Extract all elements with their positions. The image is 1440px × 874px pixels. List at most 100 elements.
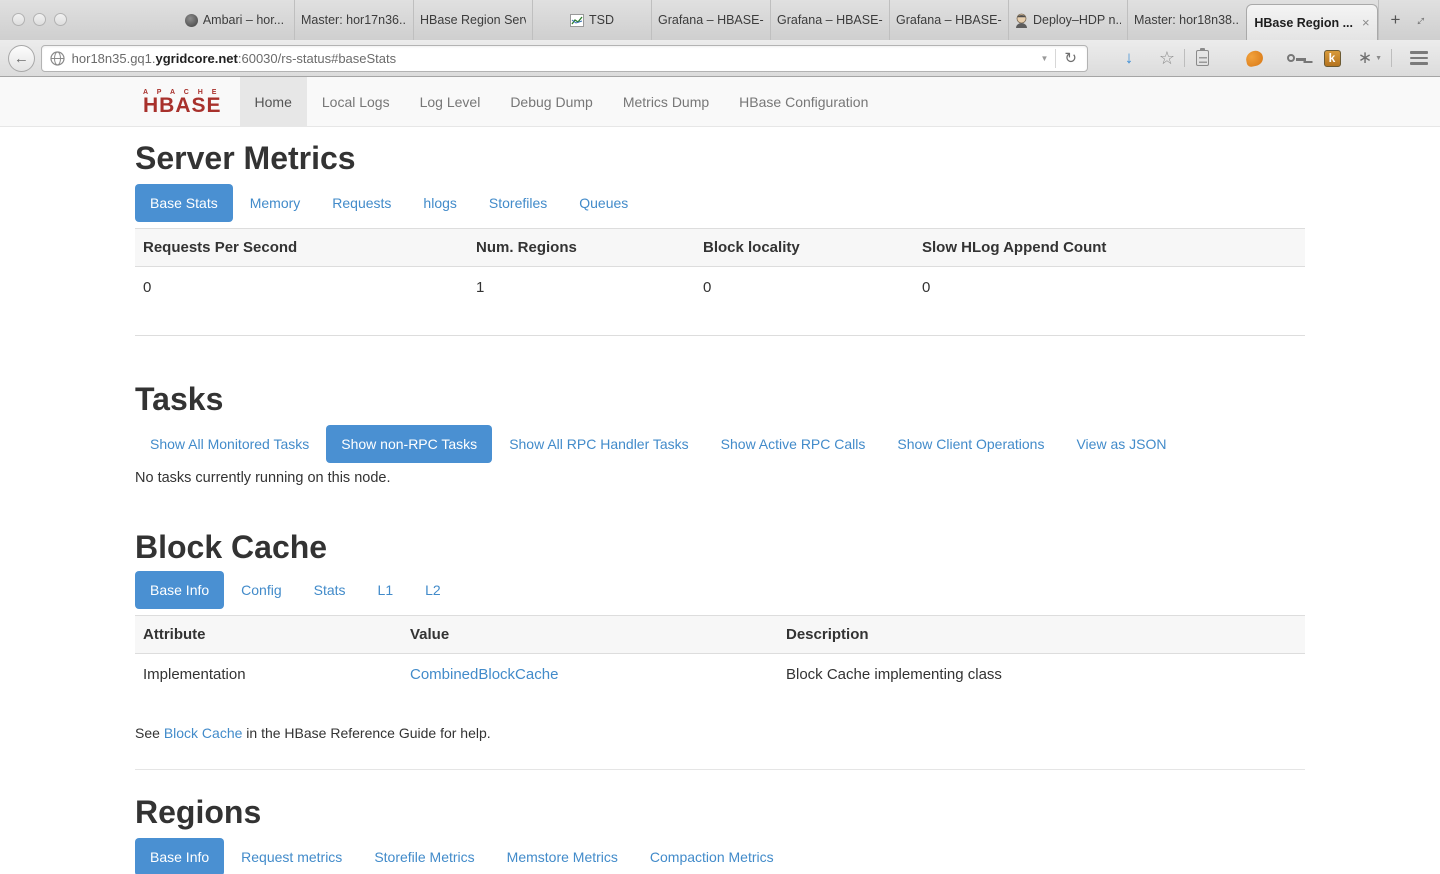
addon-buttons: k ∗▼ bbox=[1241, 46, 1432, 70]
hbase-navbar: A P A C H E HBASE Home Local Logs Log Le… bbox=[0, 77, 1440, 127]
tab-label: TSD bbox=[589, 13, 614, 27]
tab-storefiles[interactable]: Storefiles bbox=[474, 184, 562, 222]
tab-hlogs[interactable]: hlogs bbox=[408, 184, 471, 222]
tab-label: Master: hor18n38... bbox=[1134, 13, 1240, 27]
tab-show-client-operations[interactable]: Show Client Operations bbox=[882, 425, 1059, 463]
tasks-empty-message: No tasks currently running on this node. bbox=[135, 470, 1305, 486]
hbase-logo: A P A C H E HBASE bbox=[143, 77, 222, 126]
addon-fox-button[interactable] bbox=[1241, 46, 1267, 70]
table-row: Implementation CombinedBlockCache Block … bbox=[135, 654, 1305, 710]
nav-item-hbase-configuration[interactable]: HBase Configuration bbox=[724, 77, 883, 126]
ambari-logo-icon bbox=[185, 14, 198, 27]
addon-k-button[interactable]: k bbox=[1319, 46, 1345, 70]
reload-icon: ↻ bbox=[1064, 49, 1077, 67]
combined-block-cache-link[interactable]: CombinedBlockCache bbox=[410, 666, 558, 683]
tab-label: Deploy–HDP n... bbox=[1033, 13, 1121, 27]
zoom-window-button[interactable] bbox=[54, 13, 67, 26]
tab-ambari[interactable]: Ambari – hor... bbox=[175, 0, 294, 40]
column-header: Num. Regions bbox=[468, 229, 695, 267]
table-header-row: Requests Per Second Num. Regions Block l… bbox=[135, 229, 1305, 267]
section-divider bbox=[135, 769, 1305, 770]
addon-dropdown-caret-icon[interactable]: ▼ bbox=[1375, 55, 1382, 62]
fullscreen-button[interactable]: ↔ bbox=[1408, 8, 1430, 30]
tab-memory[interactable]: Memory bbox=[235, 184, 316, 222]
description-cell: Block Cache implementing class bbox=[778, 654, 1305, 710]
tab-bc-l1[interactable]: L1 bbox=[363, 571, 409, 609]
tab-rg-base-info[interactable]: Base Info bbox=[135, 838, 224, 874]
download-arrow-icon: ↓ bbox=[1125, 48, 1134, 68]
fox-icon bbox=[1244, 49, 1264, 67]
fullscreen-icon: ↔ bbox=[1408, 8, 1431, 31]
k-badge-icon: k bbox=[1324, 50, 1341, 67]
tasks-title: Tasks bbox=[135, 381, 1305, 417]
nav-item-log-level[interactable]: Log Level bbox=[405, 77, 496, 126]
spider-icon: ∗ bbox=[1358, 48, 1372, 68]
server-metrics-tabs: Base Stats Memory Requests hlogs Storefi… bbox=[135, 184, 1305, 222]
toolbar-divider bbox=[1391, 49, 1392, 67]
num-regions-value: 1 bbox=[468, 267, 695, 336]
tab-base-stats[interactable]: Base Stats bbox=[135, 184, 233, 222]
tab-bc-base-info[interactable]: Base Info bbox=[135, 571, 224, 609]
tab-queues[interactable]: Queues bbox=[564, 184, 643, 222]
addon-spider-button[interactable]: ∗▼ bbox=[1357, 46, 1383, 70]
reload-button[interactable]: ↻ bbox=[1055, 49, 1085, 68]
nav-item-home[interactable]: Home bbox=[240, 77, 307, 126]
tab-hbase-regionserver[interactable]: HBase Region Serv... bbox=[413, 0, 532, 40]
reading-list-button[interactable] bbox=[1189, 46, 1215, 70]
tab-show-non-rpc-tasks[interactable]: Show non-RPC Tasks bbox=[326, 425, 492, 463]
back-button[interactable]: ← bbox=[8, 45, 35, 72]
bookmark-star-button[interactable]: ☆ bbox=[1154, 46, 1180, 70]
tab-bc-config[interactable]: Config bbox=[226, 571, 296, 609]
tab-rg-request-metrics[interactable]: Request metrics bbox=[226, 838, 357, 874]
window-controls bbox=[12, 13, 67, 26]
menu-button[interactable] bbox=[1406, 51, 1432, 65]
tab-label: Master: hor17n36... bbox=[301, 13, 407, 27]
tab-label: HBase Region ... bbox=[1254, 16, 1353, 30]
addon-key-button[interactable] bbox=[1281, 46, 1307, 70]
tab-grafana-2[interactable]: Grafana – HBASE-... bbox=[770, 0, 889, 40]
slow-hlog-append-count-value: 0 bbox=[914, 267, 1305, 336]
tab-requests[interactable]: Requests bbox=[317, 184, 406, 222]
attribute-cell: Implementation bbox=[135, 654, 402, 710]
column-header: Value bbox=[402, 616, 778, 654]
downloads-button[interactable]: ↓ bbox=[1116, 46, 1142, 70]
tab-show-all-rpc-handler-tasks[interactable]: Show All RPC Handler Tasks bbox=[494, 425, 703, 463]
tab-close-icon[interactable]: × bbox=[1362, 15, 1370, 30]
tab-tsd[interactable]: TSD bbox=[532, 0, 651, 40]
tab-bc-stats[interactable]: Stats bbox=[299, 571, 361, 609]
tab-bc-l2[interactable]: L2 bbox=[410, 571, 456, 609]
block-cache-help-link[interactable]: Block Cache bbox=[164, 725, 243, 741]
tab-rg-compaction-metrics[interactable]: Compaction Metrics bbox=[635, 838, 789, 874]
clipboard-icon bbox=[1196, 50, 1209, 66]
url-text[interactable]: hor18n35.gq1.ygridcore.net:60030/rs-stat… bbox=[72, 51, 1034, 66]
nav-item-debug-dump[interactable]: Debug Dump bbox=[495, 77, 608, 126]
navigation-toolbar: ← hor18n35.gq1.ygridcore.net:60030/rs-st… bbox=[0, 40, 1440, 77]
tab-rg-storefile-metrics[interactable]: Storefile Metrics bbox=[359, 838, 489, 874]
table-header-row: Attribute Value Description bbox=[135, 616, 1305, 654]
tab-rg-memstore-metrics[interactable]: Memstore Metrics bbox=[492, 838, 633, 874]
block-locality-value: 0 bbox=[695, 267, 914, 336]
new-tab-button[interactable]: + bbox=[1378, 0, 1412, 40]
browser-tabs: Ambari – hor... Master: hor17n36... HBas… bbox=[175, 0, 1412, 40]
block-cache-help-text: See Block Cache in the HBase Reference G… bbox=[135, 725, 1305, 741]
url-history-dropdown-icon[interactable]: ▼ bbox=[1034, 54, 1056, 63]
tab-master-17[interactable]: Master: hor17n36... bbox=[294, 0, 413, 40]
close-window-button[interactable] bbox=[12, 13, 25, 26]
tab-show-all-monitored-tasks[interactable]: Show All Monitored Tasks bbox=[135, 425, 324, 463]
tab-show-active-rpc-calls[interactable]: Show Active RPC Calls bbox=[706, 425, 881, 463]
server-metrics-title: Server Metrics bbox=[135, 140, 1305, 176]
tab-grafana-1[interactable]: Grafana – HBASE-... bbox=[651, 0, 770, 40]
tab-master-18[interactable]: Master: hor18n38... bbox=[1127, 0, 1246, 40]
tab-grafana-3[interactable]: Grafana – HBASE-... bbox=[889, 0, 1008, 40]
tab-hbase-region-active[interactable]: HBase Region ... × bbox=[1246, 4, 1378, 40]
nav-item-local-logs[interactable]: Local Logs bbox=[307, 77, 405, 126]
tab-view-as-json[interactable]: View as JSON bbox=[1061, 425, 1181, 463]
nav-item-metrics-dump[interactable]: Metrics Dump bbox=[608, 77, 724, 126]
table-row: 0 1 0 0 bbox=[135, 267, 1305, 336]
tab-deploy-hdp[interactable]: Deploy–HDP n... bbox=[1008, 0, 1127, 40]
hbase-logo-text: HBASE bbox=[143, 96, 222, 115]
url-bar[interactable]: hor18n35.gq1.ygridcore.net:60030/rs-stat… bbox=[41, 45, 1088, 72]
column-header: Requests Per Second bbox=[135, 229, 468, 267]
browser-chrome: Ambari – hor... Master: hor17n36... HBas… bbox=[0, 0, 1440, 77]
minimize-window-button[interactable] bbox=[33, 13, 46, 26]
